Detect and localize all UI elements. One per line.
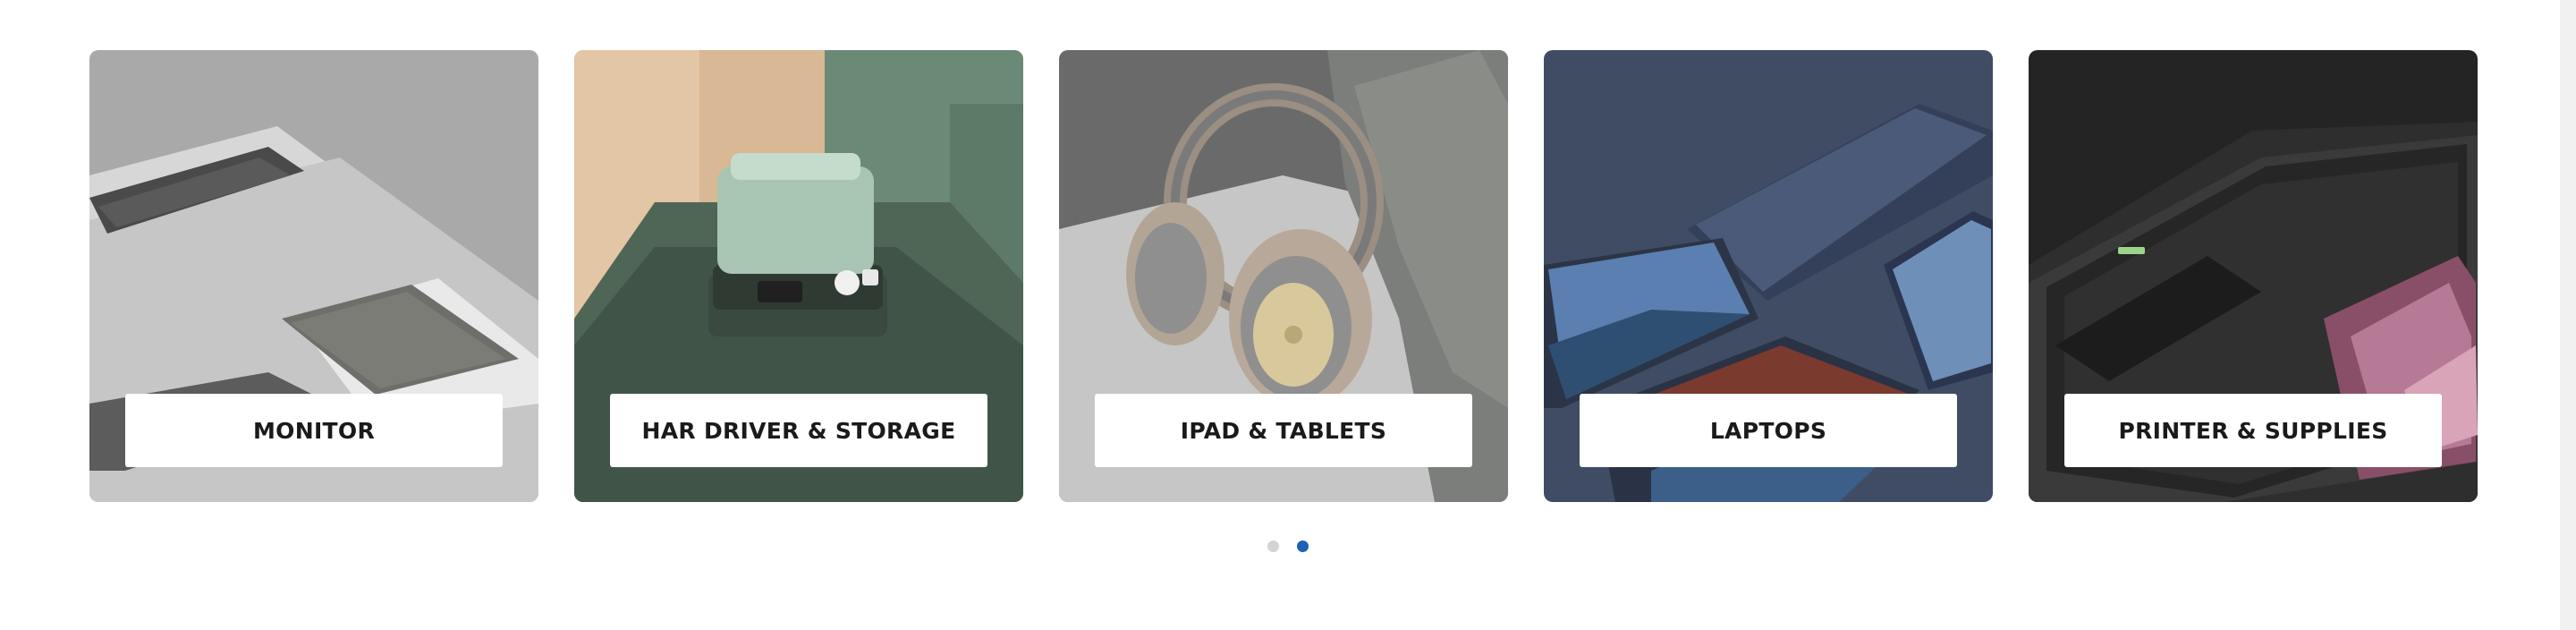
- category-label-hard-drive-storage: HAR DRIVER & STORAGE: [610, 394, 987, 467]
- page-scrollbar[interactable]: [2560, 0, 2576, 630]
- pagination-dot-2[interactable]: [1297, 541, 1309, 552]
- category-label-printer-supplies: PRINTER & SUPPLIES: [2064, 394, 2442, 467]
- category-card-ipad-tablets[interactable]: IPAD & TABLETS: [1059, 50, 1508, 502]
- category-label-laptops: LAPTOPS: [1580, 394, 1957, 467]
- category-card-laptops[interactable]: LAPTOPS: [1544, 50, 1993, 502]
- category-card-printer-supplies[interactable]: PRINTER & SUPPLIES: [2029, 50, 2478, 502]
- pagination-dot-1[interactable]: [1267, 541, 1279, 552]
- carousel-pagination: [0, 541, 2576, 552]
- category-label-ipad-tablets: IPAD & TABLETS: [1095, 394, 1472, 467]
- category-label-monitor: MONITOR: [125, 394, 503, 467]
- page: MONITOR HAR DRIVER & STORAGE IPAD & TABL…: [0, 0, 2576, 630]
- category-carousel: MONITOR HAR DRIVER & STORAGE IPAD & TABL…: [89, 50, 2478, 502]
- category-card-monitor[interactable]: MONITOR: [89, 50, 538, 502]
- category-card-hard-drive-storage[interactable]: HAR DRIVER & STORAGE: [574, 50, 1023, 502]
